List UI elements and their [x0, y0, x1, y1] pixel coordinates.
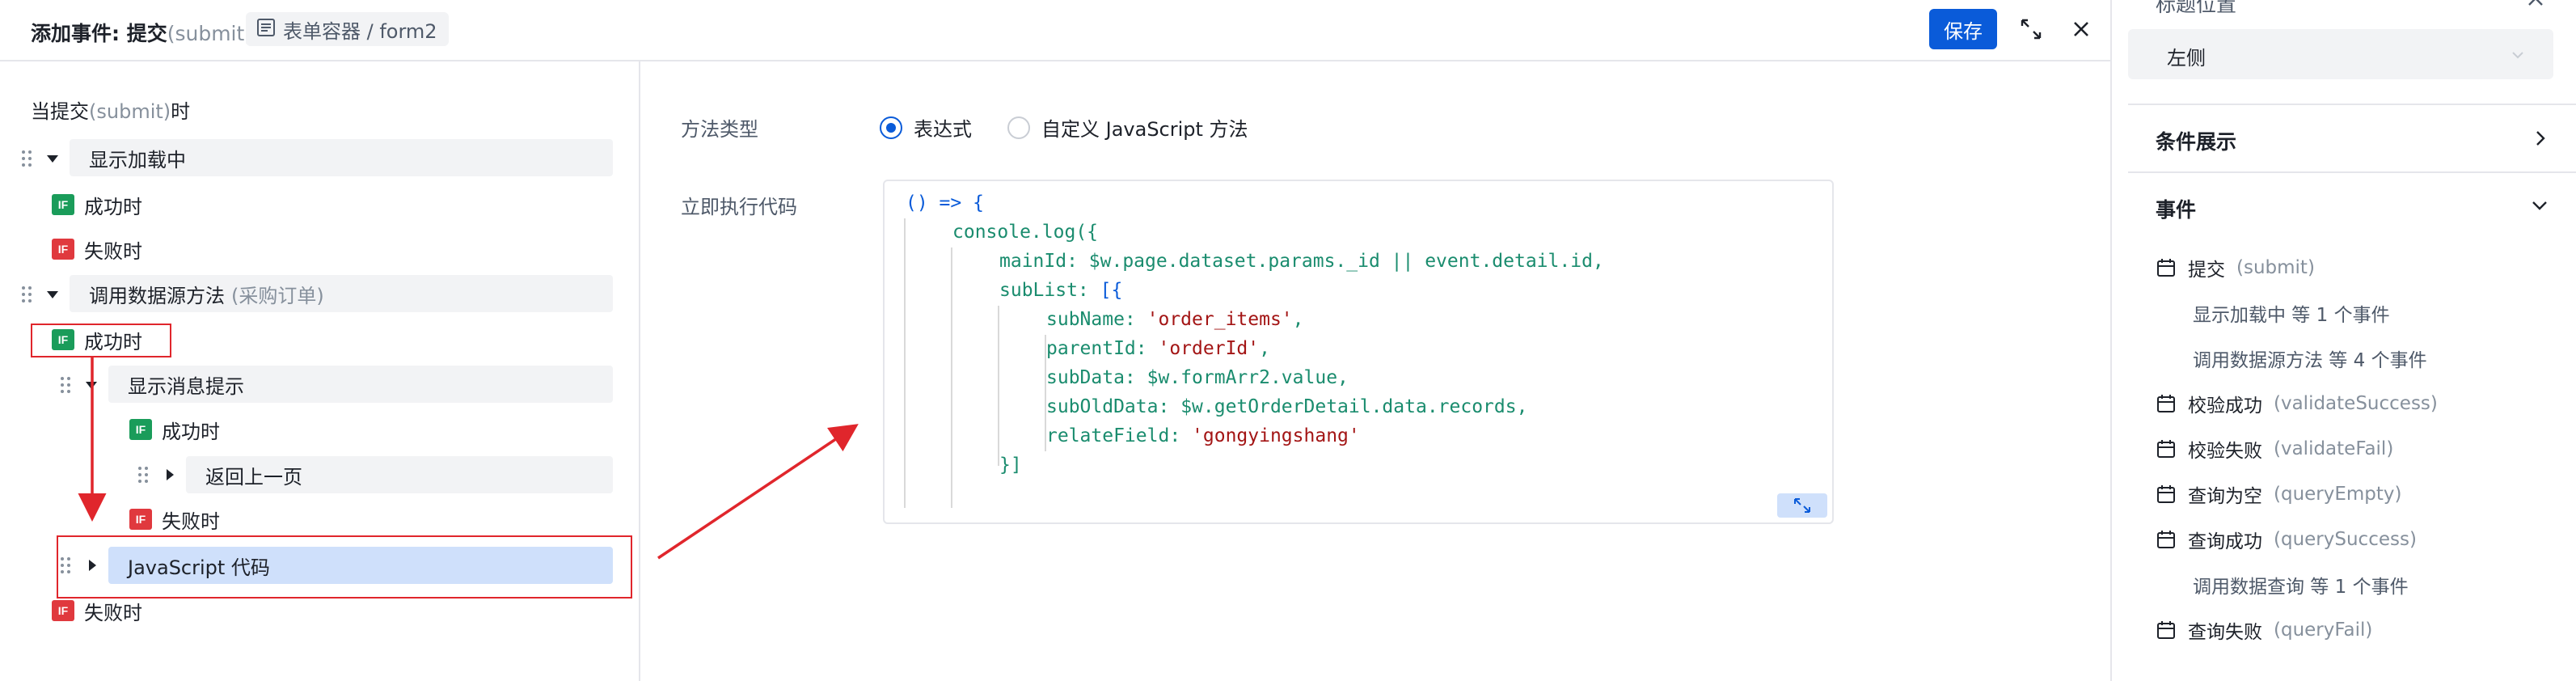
code-token: subOldData:: [1046, 396, 1170, 417]
code-token: subName:: [1046, 309, 1136, 330]
event-code: (queryFail): [2274, 620, 2373, 641]
code-token: console.log({: [952, 222, 1099, 243]
code-token: $w.page.dataset.params._id || event.deta…: [1088, 251, 1604, 272]
radio-expression[interactable]: 表达式: [880, 113, 972, 142]
indent-guide: [951, 247, 952, 508]
code-token: parentId:: [1046, 338, 1147, 359]
radio-circle-checked[interactable]: [880, 116, 902, 139]
label-position-select[interactable]: 左侧: [2128, 29, 2553, 79]
event-name: 查询成功: [2188, 531, 2262, 552]
code-line-3: mainId: $w.page.dataset.params._id || ev…: [999, 251, 1604, 272]
section-condition-title[interactable]: 条件展示: [2156, 126, 2236, 155]
editor-expand-button[interactable]: [1777, 493, 1827, 518]
annotation-arrows: [78, 356, 859, 560]
indent-guide: [904, 218, 906, 508]
fullscreen-icon[interactable]: [2016, 15, 2046, 44]
calendar-icon: [2157, 440, 2175, 458]
code-token: mainId:: [999, 251, 1078, 272]
radio-custom-js-label: 自定义 JavaScript 方法: [1041, 118, 1248, 141]
calendar-icon: [2157, 531, 2175, 548]
radio-custom-js[interactable]: 自定义 JavaScript 方法: [1007, 113, 1248, 142]
event-name: 校验失败: [2188, 441, 2262, 462]
event-item-query-fail[interactable]: 查询失败 (queryFail): [2156, 616, 2372, 644]
code-line-9: relateField: 'gongyingshang': [1046, 425, 1360, 446]
code-line-10: }]: [999, 455, 1022, 476]
expand-icon: [1794, 498, 1810, 513]
close-icon[interactable]: [2067, 15, 2096, 44]
event-name: 提交: [2188, 260, 2225, 281]
code-token: 'order_items': [1147, 309, 1293, 330]
method-type-label: 方法类型: [681, 118, 758, 141]
code-line-2: console.log({: [952, 222, 1098, 243]
code-token: () => {: [906, 192, 984, 214]
event-item-validate-fail[interactable]: 校验失败 (validateFail): [2156, 435, 2393, 463]
code-line-8: subOldData: $w.getOrderDetail.data.recor…: [1046, 396, 1527, 417]
event-name: 查询失败: [2188, 622, 2262, 643]
save-button[interactable]: 保存: [1929, 9, 1997, 49]
code-line-7: subData: $w.formArr2.value,: [1046, 367, 1349, 388]
code-token: subData:: [1046, 367, 1136, 388]
code-token: $w.formArr2.value,: [1147, 367, 1349, 388]
code-token: ,: [1292, 309, 1304, 330]
chevron-down-icon[interactable]: [2531, 199, 2549, 212]
event-item-validate-success[interactable]: 校验成功 (validateSuccess): [2156, 390, 2438, 417]
event-item-query-success[interactable]: 查询成功 (querySuccess): [2156, 526, 2417, 553]
code-line-1: () => {: [906, 192, 984, 214]
event-subitem[interactable]: 显示加载中 等 1 个事件: [2193, 299, 2390, 327]
event-code: (validateSuccess): [2274, 393, 2438, 414]
code-line-4: subList: [{: [999, 280, 1122, 301]
label-position-title: 标题位置: [2156, 0, 2237, 16]
code-token: $w.getOrderDetail.data.records,: [1180, 396, 1528, 417]
event-name: 校验成功: [2188, 395, 2262, 417]
event-subitem[interactable]: 调用数据查询 等 1 个事件: [2193, 571, 2409, 599]
calendar-icon: [2157, 621, 2175, 639]
code-line-5: subName: 'order_items',: [1046, 309, 1304, 330]
calendar-icon: [2157, 395, 2175, 412]
section-divider: [2128, 171, 2576, 173]
label-position-value: 左侧: [2167, 47, 2206, 70]
event-code: (validateFail): [2274, 438, 2394, 459]
radio-expression-label: 表达式: [914, 118, 972, 141]
event-modal: 添加事件: 提交(submit) 表单容器 / form2 保存 当提交(sub…: [0, 0, 2112, 681]
event-code: (queryEmpty): [2274, 484, 2402, 505]
code-label: 立即执行代码: [681, 196, 797, 218]
code-token: 'orderId': [1158, 338, 1260, 359]
code-editor[interactable]: () => { console.log({ mainId: $w.page.da…: [883, 180, 1834, 524]
code-token: ,: [1259, 338, 1270, 359]
code-token: subList:: [999, 280, 1089, 301]
collapse-icon[interactable]: [2526, 0, 2545, 13]
event-item-query-empty[interactable]: 查询为空 (queryEmpty): [2156, 480, 2402, 508]
event-name: 查询为空: [2188, 486, 2262, 507]
section-divider: [2128, 104, 2576, 105]
calendar-icon: [2157, 259, 2175, 277]
chevron-down-icon: [2512, 52, 2523, 59]
code-token: relateField:: [1046, 425, 1181, 446]
indent-guide: [998, 306, 999, 466]
code-token: }]: [999, 455, 1022, 476]
code-token: [{: [1100, 280, 1123, 301]
event-subitem[interactable]: 调用数据源方法 等 4 个事件: [2193, 345, 2427, 372]
code-line-6: parentId: 'orderId',: [1046, 338, 1270, 359]
event-item-submit[interactable]: 提交 (submit): [2156, 254, 2315, 281]
event-code: (querySuccess): [2274, 529, 2417, 550]
code-token: 'gongyingshang': [1192, 425, 1360, 446]
event-code: (submit): [2236, 257, 2315, 278]
section-events-title[interactable]: 事件: [2156, 194, 2196, 223]
calendar-icon: [2157, 485, 2175, 503]
radio-circle[interactable]: [1007, 116, 1030, 139]
chevron-right-icon[interactable]: [2534, 129, 2547, 147]
